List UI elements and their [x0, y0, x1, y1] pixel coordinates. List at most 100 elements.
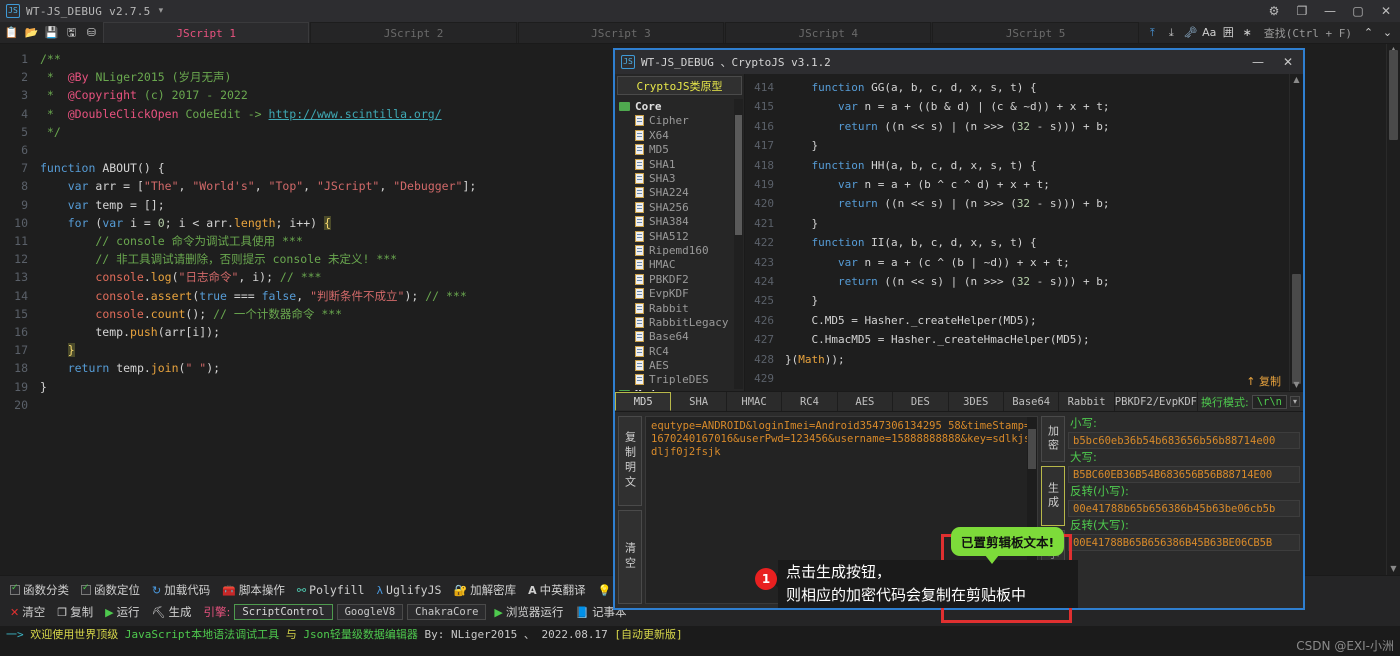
dialog-close-icon[interactable]: ✕ [1273, 50, 1303, 74]
chevron-down-icon[interactable]: ▾ [1290, 396, 1301, 407]
run-button[interactable]: ▶ 运行 [101, 603, 143, 621]
find-prev-icon[interactable]: ⌃ [1360, 24, 1377, 41]
translate-button[interactable]: A 中英翻译 [524, 581, 590, 599]
tree-scroll-thumb[interactable] [735, 115, 742, 236]
title-dropdown-caret-icon[interactable]: ▾ [159, 6, 164, 16]
crypto-library-button[interactable]: 🔐 加解密库 [449, 581, 520, 599]
match-case-icon[interactable]: Aa [1201, 24, 1218, 41]
copy-window-icon[interactable]: ❐ [1288, 0, 1316, 22]
tab-jscript-2[interactable]: JScript 2 [310, 22, 517, 43]
tab-3des[interactable]: 3DES [949, 392, 1004, 411]
tree-node-pbkdf2[interactable]: PBKDF2 [615, 272, 744, 286]
scroll-bottom-icon[interactable]: ⤓ [1163, 24, 1180, 41]
plaintext-scroll-thumb[interactable] [1028, 429, 1036, 469]
tab-jscript-4[interactable]: JScript 4 [725, 22, 932, 43]
tree-node-sha256[interactable]: SHA256 [615, 200, 744, 214]
engine-chakracore-button[interactable]: ChakraCore [407, 604, 487, 620]
find-input[interactable]: 查找(Ctrl + F) [1258, 25, 1358, 41]
polyfill-button[interactable]: ⚯ Polyfill [293, 582, 369, 598]
tab-pbkdf2-evpkdf[interactable]: PBKDF2/EvpKDF [1115, 392, 1198, 411]
tree-node-sha3[interactable]: SHA3 [615, 171, 744, 185]
tab-jscript-3[interactable]: JScript 3 [517, 22, 725, 43]
uglifyjs-button[interactable]: λ UglifyJS [373, 582, 446, 598]
load-code-button[interactable]: ↻ 加载代码 [148, 581, 214, 599]
clipboard-icon[interactable]: 📋 [3, 24, 20, 41]
line-break-mode-value[interactable]: \r\n [1251, 394, 1287, 409]
tab-base64[interactable]: Base64 [1004, 392, 1060, 411]
tree-list[interactable]: Core Cipher X64 MD5 SHA1 SHA3 SHA224 SHA… [615, 97, 744, 391]
hash-reverse-uppercase[interactable]: 00E41788B65B656386B45B63BE06CB5B [1068, 534, 1300, 551]
tree-node-core[interactable]: Core [615, 99, 744, 113]
dialog-code-view[interactable]: 414 415 416 417 418 419 420 421 422 423 424 425 426 4… [745, 74, 1303, 391]
encrypt-button[interactable]: 加密 [1041, 416, 1065, 462]
dialog-scroll-down-icon[interactable]: ▼ [1290, 379, 1303, 391]
scroll-top-icon[interactable]: ⤒ [1144, 24, 1161, 41]
dialog-minimize-icon[interactable]: — [1243, 50, 1273, 74]
checkbox-checked-icon[interactable] [10, 583, 20, 595]
open-folder-icon[interactable]: 📂 [23, 24, 40, 41]
settings-icon[interactable]: ⚙ [1260, 0, 1288, 22]
tree-scrollbar[interactable] [734, 99, 743, 389]
tab-aes[interactable]: AES [838, 392, 894, 411]
save-all-icon[interactable]: 🖫 [63, 24, 80, 41]
copy-button[interactable]: ❐ 复制 [53, 603, 97, 621]
editor-scrollbar[interactable]: ▲ ▼ [1386, 44, 1400, 575]
tree-node-tripledes[interactable]: TripleDES [615, 373, 744, 387]
tree-node-base64[interactable]: Base64 [615, 330, 744, 344]
tree-node-sha224[interactable]: SHA224 [615, 186, 744, 200]
find-next-icon[interactable]: ⌄ [1379, 24, 1396, 41]
key-icon[interactable]: 🗝 [1182, 24, 1199, 41]
hash-lowercase[interactable]: b5bc60eb36b54b683656b56b88714e00 [1068, 432, 1300, 449]
tree-node-sha1[interactable]: SHA1 [615, 157, 744, 171]
tree-node-evpkdf[interactable]: EvpKDF [615, 286, 744, 300]
tab-jscript-5[interactable]: JScript 5 [932, 22, 1139, 43]
scroll-down-arrow-icon[interactable]: ▼ [1387, 563, 1400, 575]
tab-des[interactable]: DES [893, 392, 949, 411]
hash-reverse-lowercase[interactable]: 00e41788b65b656386b45b63be06cb5b [1068, 500, 1300, 517]
maximize-icon[interactable]: ▢ [1344, 0, 1372, 22]
tree-node-md5[interactable]: MD5 [615, 143, 744, 157]
checkbox-checked-icon[interactable] [81, 583, 91, 595]
save-icon[interactable]: 💾 [43, 24, 60, 41]
build-button[interactable]: ⛏ 生成 [148, 603, 196, 621]
tree-node-x64[interactable]: X64 [615, 128, 744, 142]
minimize-icon[interactable]: — [1316, 0, 1344, 22]
close-icon[interactable]: ✕ [1372, 0, 1400, 22]
copy-plaintext-button[interactable]: 复制明文 [618, 416, 642, 506]
clear-plaintext-button[interactable]: 清空 [618, 510, 642, 604]
tree-node-sha512[interactable]: SHA512 [615, 229, 744, 243]
generate-button[interactable]: 生成 [1041, 466, 1065, 526]
dialog-scroll-up-icon[interactable]: ▲ [1290, 74, 1303, 86]
tree-node-ripemd160[interactable]: Ripemd160 [615, 243, 744, 257]
tab-md5[interactable]: MD5 [615, 392, 672, 411]
engine-googlev8-button[interactable]: GoogleV8 [336, 604, 404, 620]
dialog-code-scrollbar[interactable]: ▲ ▼ [1289, 74, 1303, 391]
tree-node-rabbitlegacy[interactable]: RabbitLegacy [615, 315, 744, 329]
dialog-code-text[interactable]: function GG(a, b, c, d, x, s, t) { var n… [779, 74, 1303, 391]
tree-node-rc4[interactable]: RC4 [615, 344, 744, 358]
tree-node-cipher[interactable]: Cipher [615, 114, 744, 128]
tree-node-sha384[interactable]: SHA384 [615, 215, 744, 229]
tab-rc4[interactable]: RC4 [782, 392, 838, 411]
run-in-browser-button[interactable]: ▶ 浏览器运行 [490, 603, 567, 621]
tab-hmac[interactable]: HMAC [727, 392, 783, 411]
upload-icon[interactable]: ⛁ [83, 24, 100, 41]
editor-scroll-thumb[interactable] [1389, 50, 1398, 140]
toggle-function-category[interactable]: 函数分类 [6, 581, 73, 599]
toggle-function-locate[interactable]: 函数定位 [77, 581, 144, 599]
engine-scriptcontrol-button[interactable]: ScriptControl [234, 604, 333, 620]
tab-sha[interactable]: SHA [671, 392, 727, 411]
tab-rabbit[interactable]: Rabbit [1059, 392, 1115, 411]
script-operations-button[interactable]: 🧰 脚本操作 [218, 581, 289, 599]
word-wrap-icon[interactable]: 囲 [1220, 24, 1237, 41]
dialog-scroll-thumb[interactable] [1292, 274, 1301, 384]
tab-jscript-1[interactable]: JScript 1 [103, 22, 310, 43]
copy-code-link[interactable]: ↑ 复制 [1246, 373, 1281, 389]
tree-node-aes[interactable]: AES [615, 358, 744, 372]
regex-icon[interactable]: ∗ [1239, 24, 1256, 41]
hash-uppercase[interactable]: B5BC60EB36B54B683656B56B88714E00 [1068, 466, 1300, 483]
tree-node-hmac[interactable]: HMAC [615, 258, 744, 272]
tree-node-mode[interactable]: Mode [615, 387, 744, 391]
tree-node-rabbit[interactable]: Rabbit [615, 301, 744, 315]
clear-button[interactable]: ✕ 清空 [6, 603, 49, 621]
